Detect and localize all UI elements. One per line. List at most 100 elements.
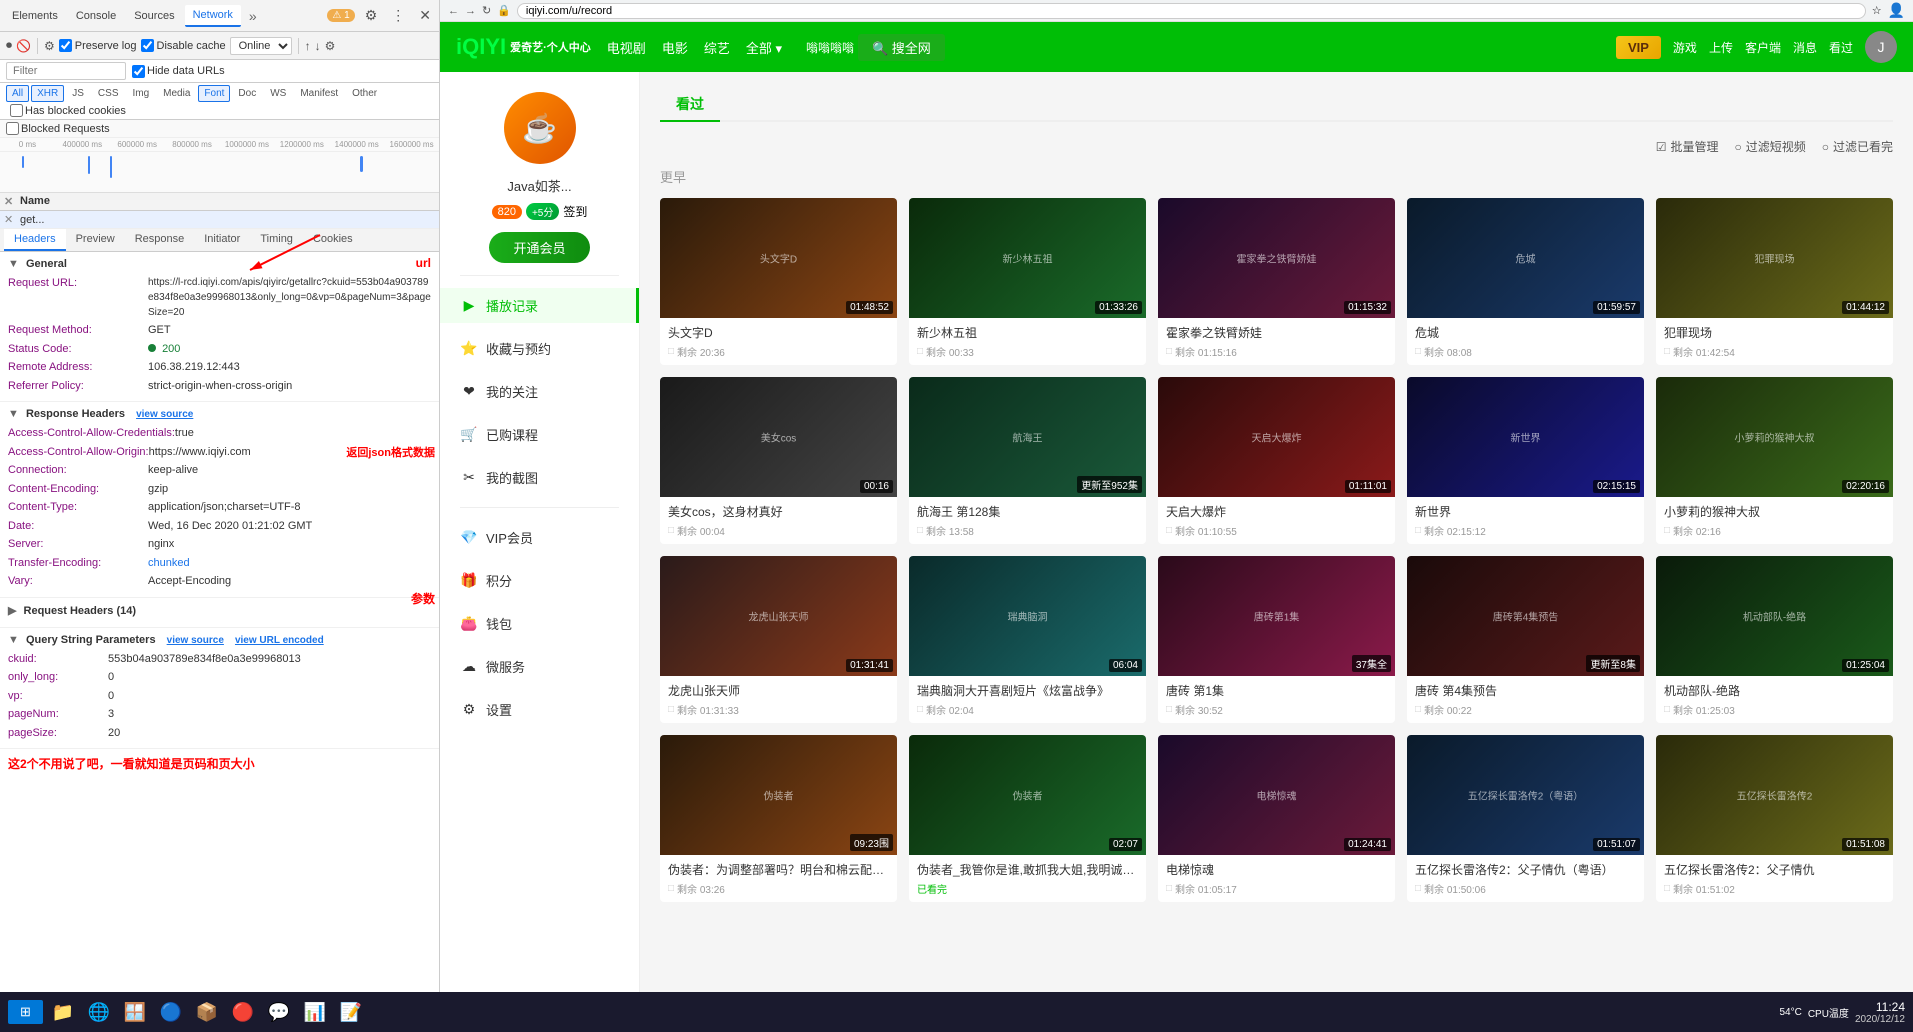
- qs-view-source-link[interactable]: view source: [167, 635, 224, 646]
- preserve-log-checkbox[interactable]: Preserve log: [59, 39, 137, 52]
- nav-variety[interactable]: 综艺: [704, 38, 730, 57]
- filter-doc[interactable]: Doc: [232, 85, 262, 102]
- batch-manage-btn[interactable]: ☑ 批量管理: [1656, 138, 1719, 155]
- video-card-7[interactable]: 天启大爆炸 01:11:01 天启大爆炸 □剩余 01:10:55: [1158, 377, 1395, 544]
- header-upload[interactable]: 上传: [1709, 39, 1733, 56]
- video-card-9[interactable]: 小萝莉的猴神大叔 02:20:16 小萝莉的猴神大叔 □剩余 02:16: [1656, 377, 1893, 544]
- video-card-14[interactable]: 机动部队-绝路 01:25:04 机动部队-绝路 □剩余 01:25:03: [1656, 556, 1893, 723]
- clear-btn[interactable]: 🚫: [16, 39, 31, 53]
- video-card-0[interactable]: 头文字D 01:48:52 头文字D □剩余 20:36: [660, 198, 897, 365]
- disable-cache-input[interactable]: [141, 39, 154, 52]
- video-card-2[interactable]: 霍家拳之铁臂娇娃 01:15:32 霍家拳之铁臂娇娃 □剩余 01:15:16: [1158, 198, 1395, 365]
- video-card-11[interactable]: 瑞典脑洞 06:04 瑞典脑洞大开喜剧短片《炫富战争》 □剩余 02:04: [909, 556, 1146, 723]
- blocked-requests-checkbox[interactable]: Blocked Requests: [6, 122, 433, 135]
- nav-tv[interactable]: 电视剧: [607, 38, 646, 57]
- preserve-log-input[interactable]: [59, 39, 72, 52]
- video-card-12[interactable]: 唐砖第1集 37集全 唐砖 第1集 □剩余 30:52: [1158, 556, 1395, 723]
- blocked-cookies-checkbox[interactable]: Has blocked cookies: [10, 104, 126, 117]
- sidebar-item-screenshots[interactable]: ✂ 我的截图: [440, 460, 639, 495]
- tab-elements[interactable]: Elements: [4, 6, 66, 26]
- tab-console[interactable]: Console: [68, 6, 124, 26]
- filter-watched-radio[interactable]: ○ 过滤已看完: [1822, 138, 1893, 155]
- filter-img[interactable]: Img: [126, 85, 155, 102]
- nav-movie[interactable]: 电影: [662, 38, 688, 57]
- qs-view-url-encoded-link[interactable]: view URL encoded: [235, 635, 324, 646]
- tab-watched[interactable]: 看过: [660, 88, 720, 122]
- sidebar-item-favorites[interactable]: ⭐ 收藏与预约: [440, 331, 639, 366]
- video-card-16[interactable]: 伪装者 02:07 伪装者_我管你是谁,敢抓我大姐,我明诚不让你活着走！ 已看完: [909, 735, 1146, 902]
- taskbar-app2-icon[interactable]: 🔴: [227, 996, 259, 1028]
- vip-btn[interactable]: VIP: [1616, 36, 1661, 59]
- browser-star-icon[interactable]: ☆: [1872, 4, 1882, 17]
- taskbar-ie-icon[interactable]: 🌐: [83, 996, 115, 1028]
- taskbar-app3-icon[interactable]: 💬: [263, 996, 295, 1028]
- filter-js[interactable]: JS: [66, 85, 90, 102]
- video-card-5[interactable]: 美女cos 00:16 美女cos，这身材真好 □剩余 00:04: [660, 377, 897, 544]
- filter-all[interactable]: All: [6, 85, 29, 102]
- nav-all[interactable]: 全部 ▾: [746, 38, 782, 57]
- search-btn[interactable]: 🔍 搜全网: [858, 34, 945, 61]
- start-btn[interactable]: ⊞: [8, 1000, 43, 1024]
- video-card-18[interactable]: 五亿探长雷洛传2（粤语） 01:51:07 五亿探长雷洛传2：父子情仇（粤语） …: [1407, 735, 1644, 902]
- checkin-badge[interactable]: +5分: [526, 203, 559, 220]
- sidebar-item-settings[interactable]: ⚙ 设置: [440, 692, 639, 727]
- video-card-6[interactable]: 航海王 更新至952集 航海王 第128集 □剩余 13:58: [909, 377, 1146, 544]
- blocked-cookies-input[interactable]: [10, 104, 23, 117]
- taskbar-app4-icon[interactable]: 📊: [299, 996, 331, 1028]
- tab-more[interactable]: »: [243, 6, 263, 26]
- tab-network[interactable]: Network: [185, 5, 241, 27]
- video-card-19[interactable]: 五亿探长雷洛传2 01:51:08 五亿探长雷洛传2：父子情仇 □剩余 01:5…: [1656, 735, 1893, 902]
- download-icon[interactable]: ↓: [315, 39, 321, 53]
- header-avatar[interactable]: J: [1865, 31, 1897, 63]
- filter-short-radio[interactable]: ○ 过滤短视频: [1734, 138, 1805, 155]
- request-item[interactable]: ✕ get...: [0, 211, 439, 229]
- tab-sources[interactable]: Sources: [126, 6, 182, 26]
- filter-manifest[interactable]: Manifest: [294, 85, 344, 102]
- toolbar-settings-icon[interactable]: ⚙: [325, 39, 336, 53]
- video-card-17[interactable]: 电梯惊魂 01:24:41 电梯惊魂 □剩余 01:05:17: [1158, 735, 1395, 902]
- browser-back-btn[interactable]: ←: [448, 5, 459, 17]
- browser-refresh-btn[interactable]: ↻: [482, 4, 491, 17]
- video-card-3[interactable]: 危城 01:59:57 危城 □剩余 08:08: [1407, 198, 1644, 365]
- header-client[interactable]: 客户端: [1745, 39, 1781, 56]
- taskbar-app5-icon[interactable]: 📝: [335, 996, 367, 1028]
- header-games[interactable]: 游戏: [1673, 39, 1697, 56]
- filter-ws[interactable]: WS: [264, 85, 292, 102]
- network-status-dropdown[interactable]: Online: [230, 37, 292, 55]
- close-icon[interactable]: ✕: [415, 5, 435, 26]
- filter-font[interactable]: Font: [198, 85, 230, 102]
- browser-forward-btn[interactable]: →: [465, 5, 476, 17]
- taskbar-windows-icon[interactable]: 🪟: [119, 996, 151, 1028]
- video-card-13[interactable]: 唐砖第4集预告 更新至8集 唐砖 第4集预告 □剩余 00:22: [1407, 556, 1644, 723]
- vip-btn-sidebar[interactable]: 开通会员: [489, 232, 589, 263]
- more-icon[interactable]: ⋮: [387, 5, 409, 26]
- request-headers-title[interactable]: ▶ Request Headers (14): [8, 604, 431, 617]
- video-card-4[interactable]: 犯罪现场 01:44:12 犯罪现场 □剩余 01:42:54: [1656, 198, 1893, 365]
- record-btn[interactable]: ⏺: [6, 38, 12, 53]
- query-string-title[interactable]: ▼ Query String Parameters view source vi…: [8, 634, 431, 646]
- filter-input[interactable]: [6, 62, 126, 80]
- taskbar-explorer-icon[interactable]: 📁: [47, 996, 79, 1028]
- detail-tab-response[interactable]: Response: [125, 229, 195, 251]
- taskbar-app1-icon[interactable]: 📦: [191, 996, 223, 1028]
- video-card-1[interactable]: 新少林五祖 01:33:26 新少林五祖 □剩余 00:33: [909, 198, 1146, 365]
- browser-profile-icon[interactable]: 👤: [1888, 2, 1905, 19]
- sidebar-item-courses[interactable]: 🛒 已购课程: [440, 417, 639, 452]
- response-headers-title[interactable]: ▼ Response Headers view source: [8, 408, 431, 420]
- header-watched[interactable]: 看过: [1829, 39, 1853, 56]
- filter-xhr[interactable]: XHR: [31, 85, 64, 102]
- sidebar-item-wallet[interactable]: 👛 钱包: [440, 606, 639, 641]
- general-title[interactable]: ▼ General: [8, 258, 431, 270]
- filter-css[interactable]: CSS: [92, 85, 125, 102]
- video-card-10[interactable]: 龙虎山张天师 01:31:41 龙虎山张天师 □剩余 01:31:33: [660, 556, 897, 723]
- filter-media[interactable]: Media: [157, 85, 196, 102]
- filter-other[interactable]: Other: [346, 85, 383, 102]
- detail-tab-cookies[interactable]: Cookies: [303, 229, 363, 251]
- video-card-8[interactable]: 新世界 02:15:15 新世界 □剩余 02:15:12: [1407, 377, 1644, 544]
- sidebar-item-following[interactable]: ❤ 我的关注: [440, 374, 639, 409]
- sidebar-item-playback[interactable]: ▶ 播放记录: [440, 288, 639, 323]
- settings-icon[interactable]: ⚙: [361, 5, 382, 26]
- blocked-requests-input[interactable]: [6, 122, 19, 135]
- col-x[interactable]: ✕: [4, 195, 20, 208]
- detail-tab-initiator[interactable]: Initiator: [194, 229, 250, 251]
